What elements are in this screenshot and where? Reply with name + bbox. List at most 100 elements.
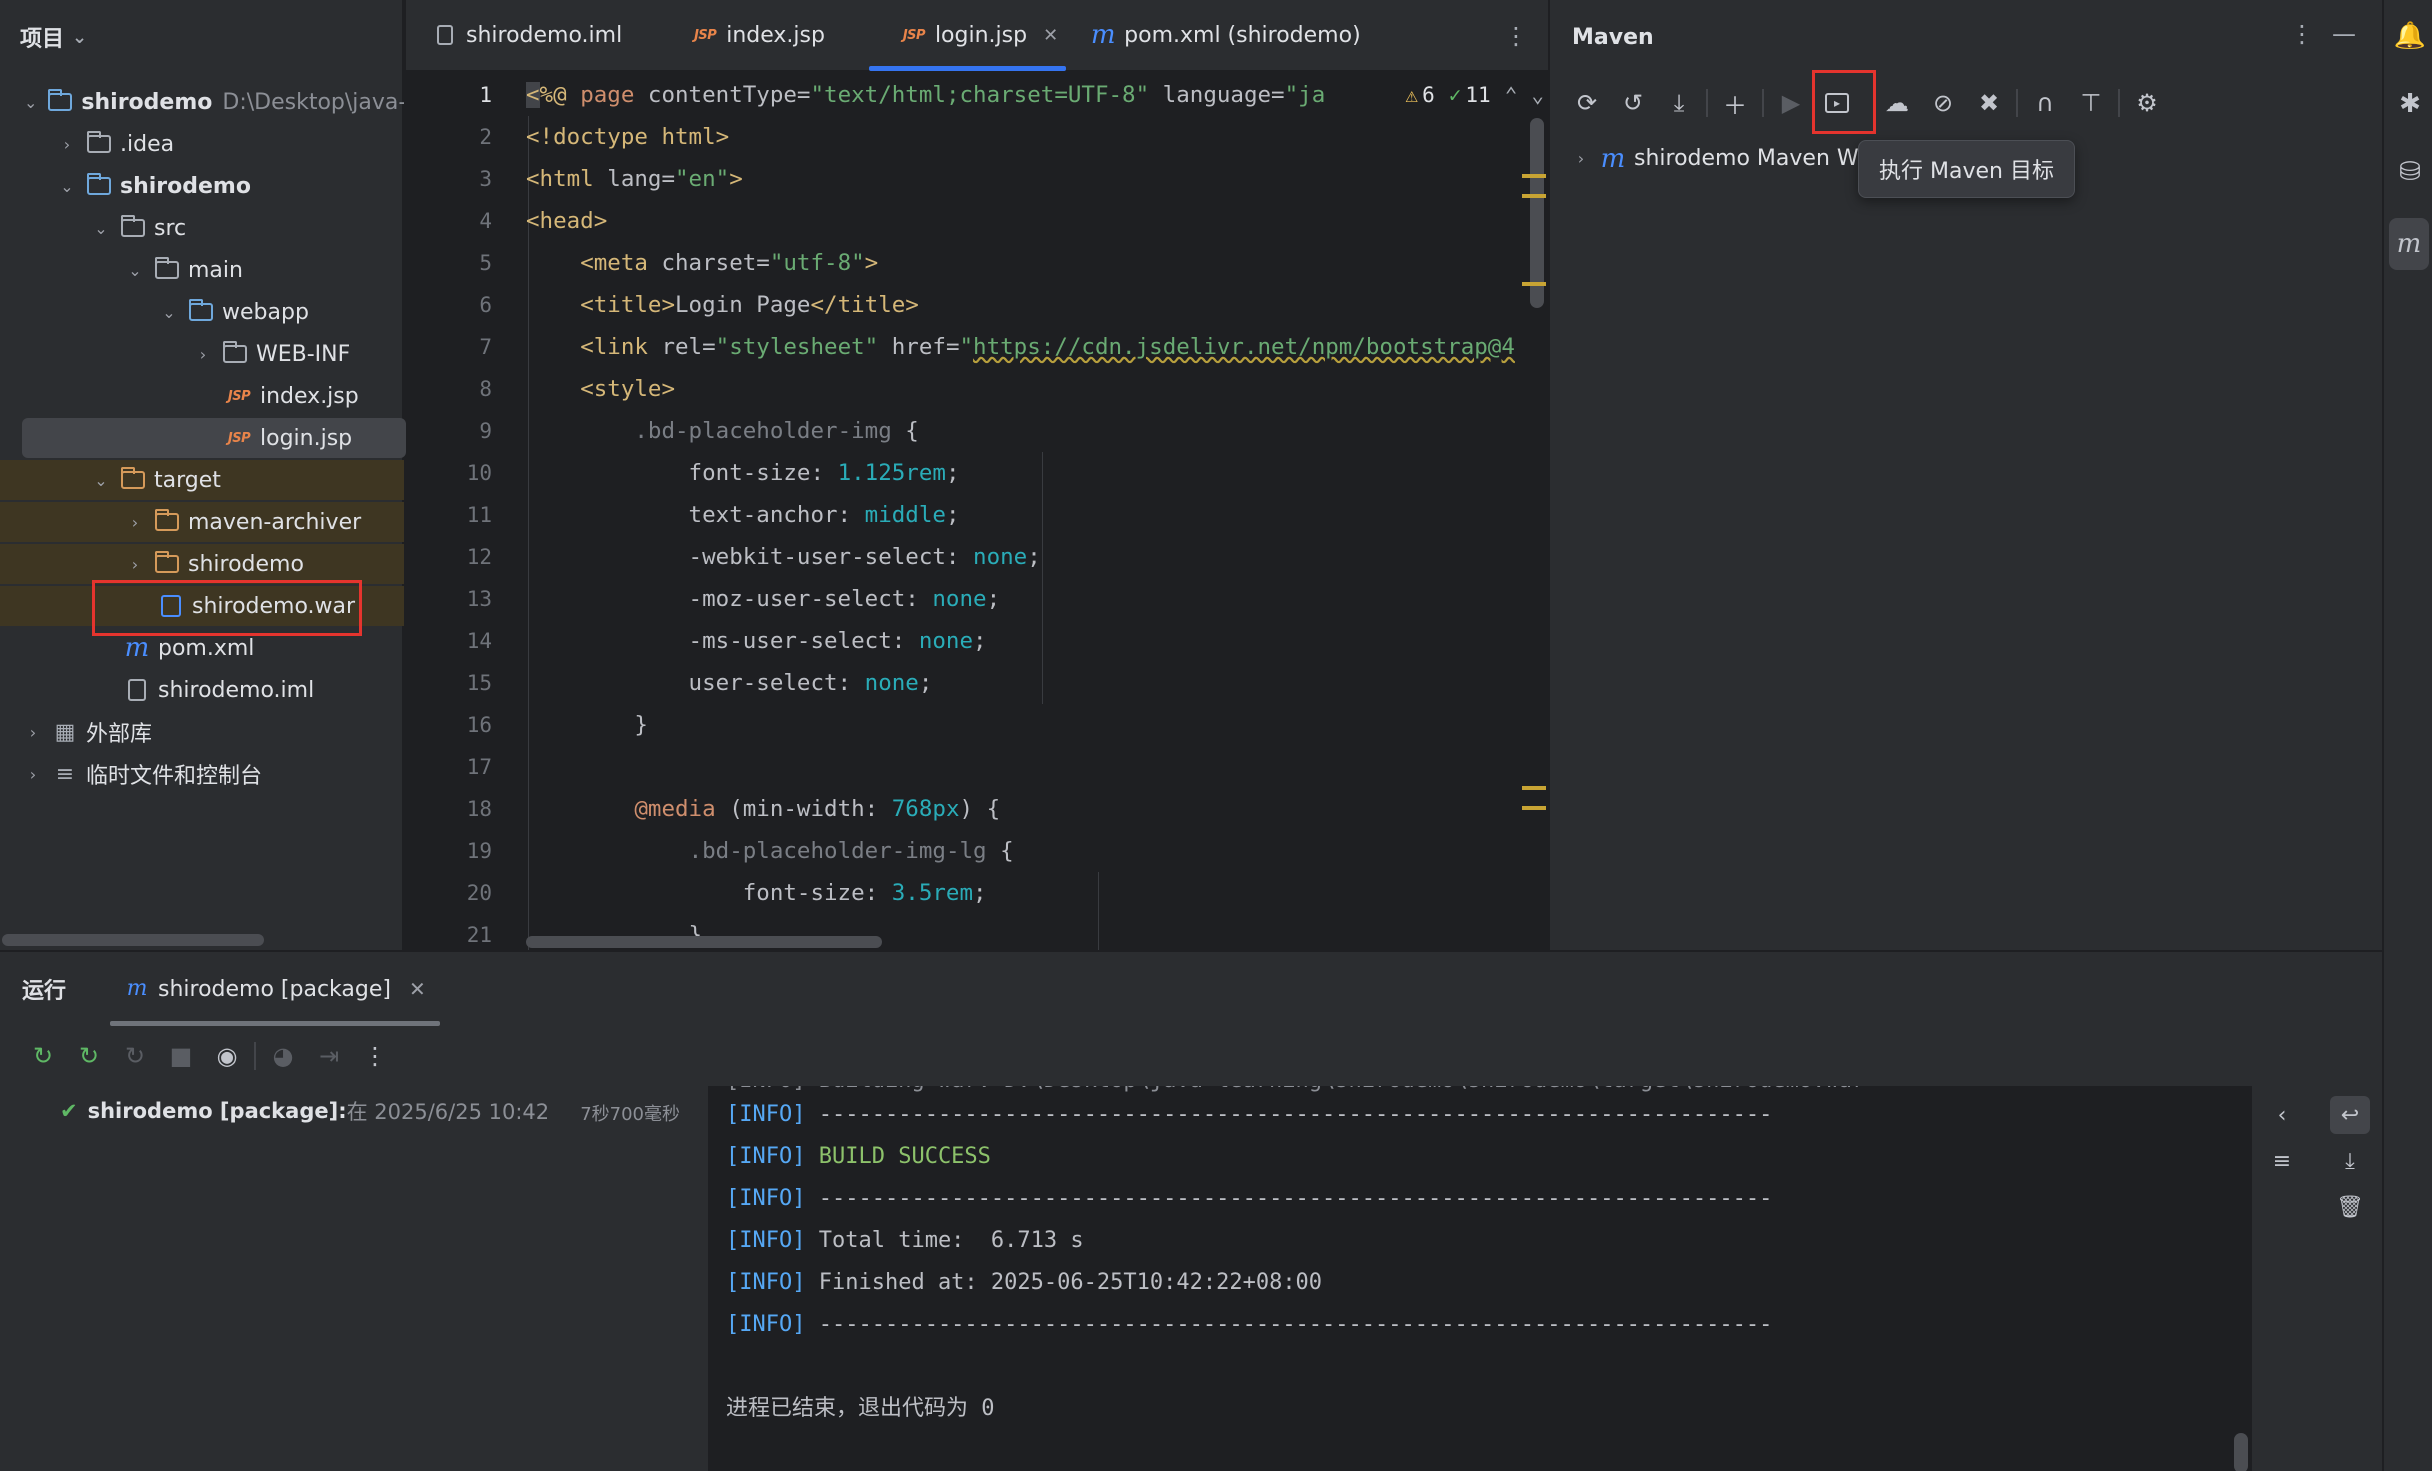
- download-icon[interactable]: ⤓: [1656, 82, 1702, 124]
- warning-stripe[interactable]: [1522, 806, 1546, 810]
- database-icon[interactable]: ⛁: [2392, 154, 2428, 190]
- tree-item-label: target: [154, 467, 221, 493]
- more-vertical-icon[interactable]: ⋮: [352, 1034, 398, 1078]
- tree-item-maven-archiver[interactable]: › maven-archiver: [0, 502, 404, 542]
- warning-stripe[interactable]: [1522, 786, 1546, 790]
- tree-item-pom-xml[interactable]: m pom.xml: [0, 628, 404, 668]
- filter-icon[interactable]: ≡: [2262, 1142, 2302, 1180]
- chevron-down-icon[interactable]: ⌄: [160, 303, 178, 322]
- warning-icon: ⚠: [1405, 83, 1419, 107]
- chevron-left-icon[interactable]: ‹: [2262, 1096, 2302, 1134]
- close-icon[interactable]: ✕: [1043, 25, 1058, 46]
- editor-hscrollbar[interactable]: [526, 936, 882, 948]
- close-icon[interactable]: ✕: [409, 977, 426, 1001]
- run-tree-item[interactable]: ✔ shirodemo [package]: 在 2025/6/25 10:42: [60, 1096, 549, 1126]
- jsp-file-icon: JSP: [902, 27, 926, 43]
- maven-tool-icon[interactable]: m: [2389, 218, 2429, 270]
- line-number: 8: [479, 377, 492, 401]
- tab-index-jsp[interactable]: JSP index.jsp: [648, 0, 851, 71]
- more-vertical-icon[interactable]: ⋮: [2290, 20, 2314, 48]
- run-item-title: shirodemo [package]:: [87, 1099, 347, 1123]
- show-dependencies-icon[interactable]: ∩: [2022, 82, 2068, 124]
- expand-all-icon[interactable]: ⊤: [2068, 82, 2114, 124]
- tab-label: login.jsp: [934, 22, 1028, 48]
- rerun-failed-icon[interactable]: ↻: [66, 1034, 112, 1078]
- tree-item-webapp[interactable]: ⌄ webapp: [0, 292, 404, 332]
- tree-item-index-jsp[interactable]: JSP index.jsp: [0, 376, 404, 416]
- editor-vscrollbar[interactable]: [1530, 118, 1544, 308]
- project-panel-header[interactable]: 项目 ⌄: [0, 0, 402, 74]
- generate-sources-icon[interactable]: ↺: [1610, 82, 1656, 124]
- code-line-6: <title>Login Page</title>: [580, 292, 919, 318]
- project-hscrollbar[interactable]: [2, 934, 264, 946]
- settings-icon[interactable]: ⚙: [2124, 82, 2170, 124]
- chevron-right-icon[interactable]: ›: [58, 135, 76, 154]
- eye-icon[interactable]: ◉: [204, 1034, 250, 1078]
- tree-item-shirodemo-module[interactable]: ⌄ shirodemo: [0, 166, 404, 206]
- chevron-up-icon[interactable]: ⌃: [1505, 83, 1518, 107]
- tree-item-target[interactable]: ⌄ target: [0, 460, 404, 500]
- add-icon[interactable]: ＋: [1712, 82, 1758, 124]
- stop-icon[interactable]: ■: [158, 1034, 204, 1078]
- warning-stripe[interactable]: [1522, 174, 1546, 178]
- minimize-icon[interactable]: —: [2332, 20, 2356, 48]
- tree-item-idea[interactable]: › .idea: [0, 124, 404, 164]
- run-tab-package[interactable]: m shirodemo [package] ✕: [110, 952, 440, 1026]
- soft-wrap-icon[interactable]: ↩: [2330, 1096, 2370, 1134]
- inspection-widget[interactable]: ⚠ 6 ✓ 11 ⌃ ⌄: [1393, 74, 1544, 116]
- chevron-down-icon[interactable]: ⌄: [24, 93, 37, 112]
- ai-assistant-icon[interactable]: ✱: [2392, 86, 2428, 122]
- execute-goal-icon[interactable]: ▸: [1812, 70, 1876, 134]
- skip-tests-icon[interactable]: ⊘: [1920, 82, 1966, 124]
- chevron-down-icon[interactable]: ⌄: [92, 471, 110, 490]
- trash-icon[interactable]: 🗑: [2330, 1188, 2370, 1226]
- console-vscrollbar[interactable]: [2234, 1433, 2248, 1471]
- chevron-right-icon[interactable]: ›: [1572, 149, 1590, 168]
- collapse-all-icon[interactable]: ✖: [1966, 82, 2012, 124]
- tree-item-target-shirodemo[interactable]: › shirodemo: [0, 544, 404, 584]
- chevron-right-icon[interactable]: ›: [24, 723, 42, 742]
- toggle-auto-test-icon[interactable]: ↻: [112, 1034, 158, 1078]
- maven-panel-title: Maven: [1572, 24, 1654, 50]
- rerun-icon[interactable]: ↻: [20, 1034, 66, 1078]
- chevron-down-icon[interactable]: ⌄: [126, 261, 144, 280]
- tree-item-main[interactable]: ⌄ main: [0, 250, 404, 290]
- warning-stripe[interactable]: [1522, 194, 1546, 198]
- warning-stripe[interactable]: [1522, 282, 1546, 286]
- chevron-right-icon[interactable]: ›: [126, 513, 144, 532]
- console-output[interactable]: [INFO] Building war: D:\Desktop\java-lea…: [708, 1086, 2252, 1471]
- code-editor[interactable]: 1 2 3 4 5 6 7 8 9 10 11 12 13 14 15 16 1…: [406, 74, 1548, 950]
- tree-item-external-libraries[interactable]: › ▦ 外部库: [0, 712, 404, 752]
- chevron-down-icon[interactable]: ⌄: [58, 177, 76, 196]
- chevron-down-icon[interactable]: ⌄: [72, 27, 87, 48]
- tree-item-src[interactable]: ⌄ src: [0, 208, 404, 248]
- tree-item-web-inf[interactable]: › WEB-INF: [0, 334, 404, 374]
- tab-pom-xml[interactable]: m pom.xml (shirodemo): [1084, 0, 1387, 71]
- tree-item-scratches[interactable]: › ≡ 临时文件和控制台: [0, 754, 404, 794]
- tree-item-shirodemo-root[interactable]: ⌄ shirodemo D:\Desktop\java-le: [0, 82, 404, 122]
- tree-item-login-jsp[interactable]: JSP login.jsp: [22, 418, 406, 458]
- run-icon[interactable]: ▶: [1768, 82, 1814, 124]
- folder-icon: [222, 341, 248, 365]
- chevron-right-icon[interactable]: ›: [24, 765, 42, 784]
- export-icon[interactable]: ⇥: [306, 1034, 352, 1078]
- chevron-right-icon[interactable]: ›: [126, 555, 144, 574]
- chevron-down-icon[interactable]: ⌄: [92, 219, 110, 238]
- reload-icon[interactable]: ⟳: [1564, 82, 1610, 124]
- folder-icon: [154, 257, 180, 281]
- more-vertical-icon[interactable]: ⋮: [1504, 22, 1528, 50]
- scroll-to-end-icon[interactable]: ⤓: [2330, 1142, 2370, 1180]
- camera-icon[interactable]: ◕: [260, 1034, 306, 1078]
- maven-project-node[interactable]: › m shirodemo Maven We: [1572, 146, 1871, 172]
- check-icon: ✓: [1448, 83, 1462, 107]
- offline-mode-icon[interactable]: ☁: [1874, 82, 1920, 124]
- tab-login-jsp[interactable]: JSP login.jsp ✕: [851, 0, 1084, 71]
- chevron-right-icon[interactable]: ›: [194, 345, 212, 364]
- notifications-icon[interactable]: 🔔: [2392, 18, 2428, 54]
- chevron-down-icon[interactable]: ⌄: [1531, 83, 1544, 107]
- tab-shirodemo-iml[interactable]: shirodemo.iml: [406, 0, 648, 71]
- line-number: 11: [466, 503, 492, 527]
- maven-file-icon: m: [124, 633, 150, 663]
- tree-item-shirodemo-iml[interactable]: shirodemo.iml: [0, 670, 404, 710]
- console-line: [INFO] Finished at: 2025-06-25T10:42:22+…: [726, 1270, 1323, 1295]
